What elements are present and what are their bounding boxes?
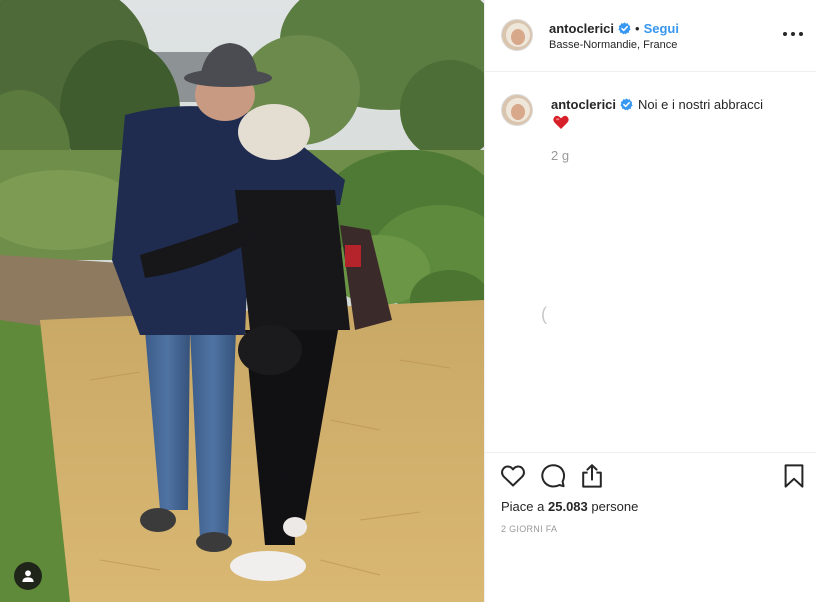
- avatar-image: [502, 20, 532, 50]
- caption-username[interactable]: antoclerici: [551, 96, 616, 113]
- verified-badge-icon: [618, 21, 631, 34]
- share-upload-icon[interactable]: [579, 463, 605, 489]
- likes-number: 25.083: [548, 499, 588, 514]
- user-tag-icon: [22, 570, 34, 582]
- author-line: antoclerici • Segui: [549, 20, 679, 36]
- instagram-post: antoclerici • Segui Basse-Normandie, Fra…: [0, 0, 816, 602]
- avatar-image: [502, 95, 532, 125]
- follow-button[interactable]: Segui: [644, 21, 679, 36]
- post-photo[interactable]: [0, 0, 484, 602]
- speech-bubble-icon[interactable]: [540, 463, 566, 489]
- likes-prefix: Piace a: [501, 499, 545, 514]
- comment-age[interactable]: 2 g: [551, 148, 569, 163]
- ellipsis-icon: [783, 32, 787, 36]
- caption-text: Noi e i nostri abbracci: [638, 97, 764, 112]
- post-location[interactable]: Basse-Normandie, France: [549, 39, 677, 51]
- caption-avatar[interactable]: [501, 94, 533, 126]
- loading-indicator: (: [541, 304, 547, 324]
- author-username[interactable]: antoclerici: [549, 21, 614, 36]
- verified-badge-icon: [620, 98, 633, 111]
- likes-suffix: persone: [591, 499, 639, 514]
- tagged-users-button[interactable]: [14, 562, 42, 590]
- post-date[interactable]: 2 GIORNI FA: [501, 524, 557, 534]
- caption-line: antoclerici Noi e i nostri abbracci: [551, 96, 801, 113]
- likes-count[interactable]: Piace a 25.083 persone: [501, 499, 638, 514]
- header-separator: •: [635, 20, 640, 36]
- red-heart-emoji-icon: [553, 115, 569, 129]
- author-avatar[interactable]: [501, 19, 533, 51]
- post-sidebar: antoclerici • Segui Basse-Normandie, Fra…: [484, 0, 816, 602]
- photo-couple-embracing: [0, 0, 484, 602]
- post-actions: Piace a 25.083 persone 2 GIORNI FA: [485, 452, 816, 602]
- bookmark-icon[interactable]: [781, 463, 807, 489]
- more-options-button[interactable]: [783, 26, 803, 42]
- post-header: antoclerici • Segui Basse-Normandie, Fra…: [485, 0, 816, 72]
- caption-comment: antoclerici Noi e i nostri abbracci 2 g …: [485, 72, 816, 452]
- heart-outline-icon[interactable]: [500, 463, 526, 489]
